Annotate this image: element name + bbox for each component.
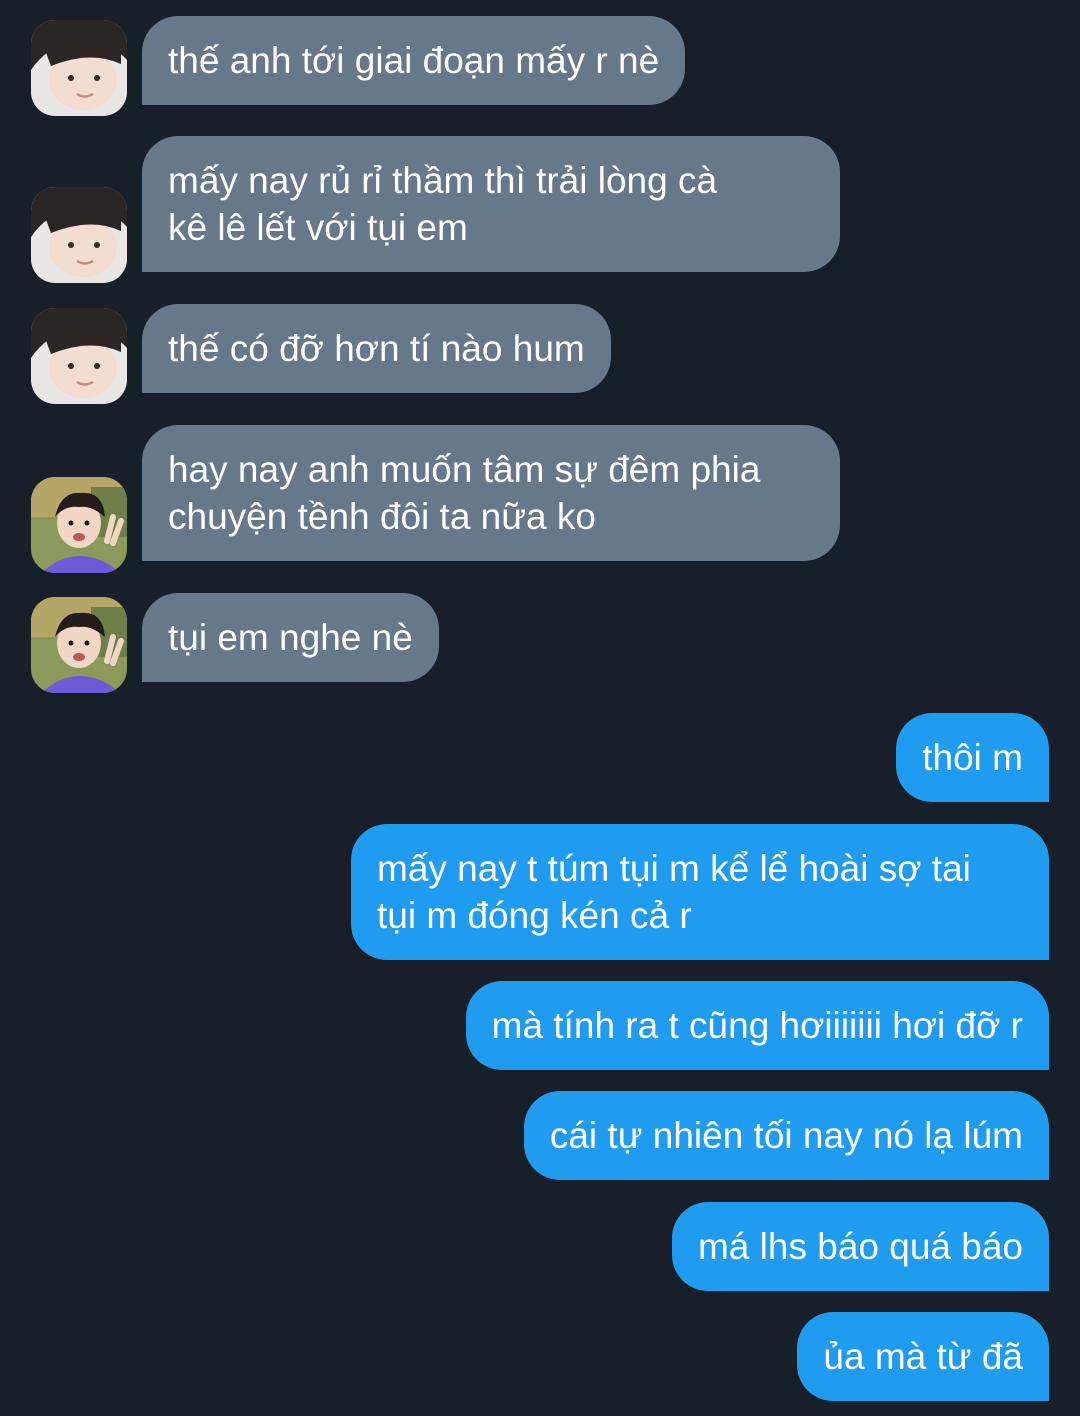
avatar[interactable] <box>31 597 127 693</box>
message-bubble-incoming[interactable]: hay nay anh muốn tâm sự đêm phia chuyện … <box>142 425 840 561</box>
message-bubble-incoming[interactable]: thế có đỡ hơn tí nào hum <box>142 304 611 393</box>
avatar[interactable] <box>31 187 127 283</box>
avatar[interactable] <box>31 20 127 116</box>
message-bubble-outgoing[interactable]: thôi m <box>896 713 1049 802</box>
message-text-line: tụi m đóng kén cả r <box>377 895 692 936</box>
message-bubble-incoming[interactable]: thế anh tới giai đoạn mấy r nè <box>142 16 686 105</box>
message-bubble-outgoing[interactable]: mà tính ra t cũng hơiiiiiii hơi đỡ r <box>465 981 1049 1070</box>
message-text: thế anh tới giai đoạn mấy r nè <box>168 40 660 81</box>
message-bubble-outgoing[interactable]: ủa mà từ đã <box>797 1312 1049 1401</box>
message-text: thôi m <box>922 737 1023 778</box>
avatar-photo-icon <box>31 477 127 573</box>
message-bubble-outgoing[interactable]: cái tự nhiên tối nay nó lạ lúm <box>523 1091 1049 1180</box>
avatar-photo-icon <box>31 187 127 283</box>
message-text-line: kê lê lết với tụi em <box>168 207 468 248</box>
message-bubble-outgoing[interactable]: má lhs báo quá báo <box>671 1202 1049 1291</box>
message-text: ủa mà từ đã <box>823 1336 1023 1377</box>
message-text-line: hay nay anh muốn tâm sự đêm phia <box>168 449 761 490</box>
avatar-photo-icon <box>31 597 127 693</box>
message-text-line: mấy nay rủ rỉ thầm thì trải lòng cà <box>168 160 718 201</box>
message-text: tụi em nghe nè <box>168 617 413 658</box>
message-text: thế có đỡ hơn tí nào hum <box>168 328 585 369</box>
message-text-line: chuyện tềnh đôi ta nữa ko <box>168 496 596 537</box>
avatar[interactable] <box>31 308 127 404</box>
message-bubble-incoming[interactable]: mấy nay rủ rỉ thầm thì trải lòng cà kê l… <box>142 136 840 272</box>
avatar-photo-icon <box>31 20 127 116</box>
message-text: cái tự nhiên tối nay nó lạ lúm <box>549 1115 1023 1156</box>
avatar[interactable] <box>31 477 127 573</box>
message-text: má lhs báo quá báo <box>697 1226 1023 1267</box>
message-text-line: mấy nay t túm tụi m kể lể hoài sợ tai <box>377 848 971 889</box>
message-text: mà tính ra t cũng hơiiiiiii hơi đỡ r <box>491 1005 1023 1046</box>
message-bubble-incoming[interactable]: tụi em nghe nè <box>142 593 439 682</box>
avatar-photo-icon <box>31 308 127 404</box>
message-bubble-outgoing[interactable]: mấy nay t túm tụi m kể lể hoài sợ tai tụ… <box>351 824 1049 960</box>
